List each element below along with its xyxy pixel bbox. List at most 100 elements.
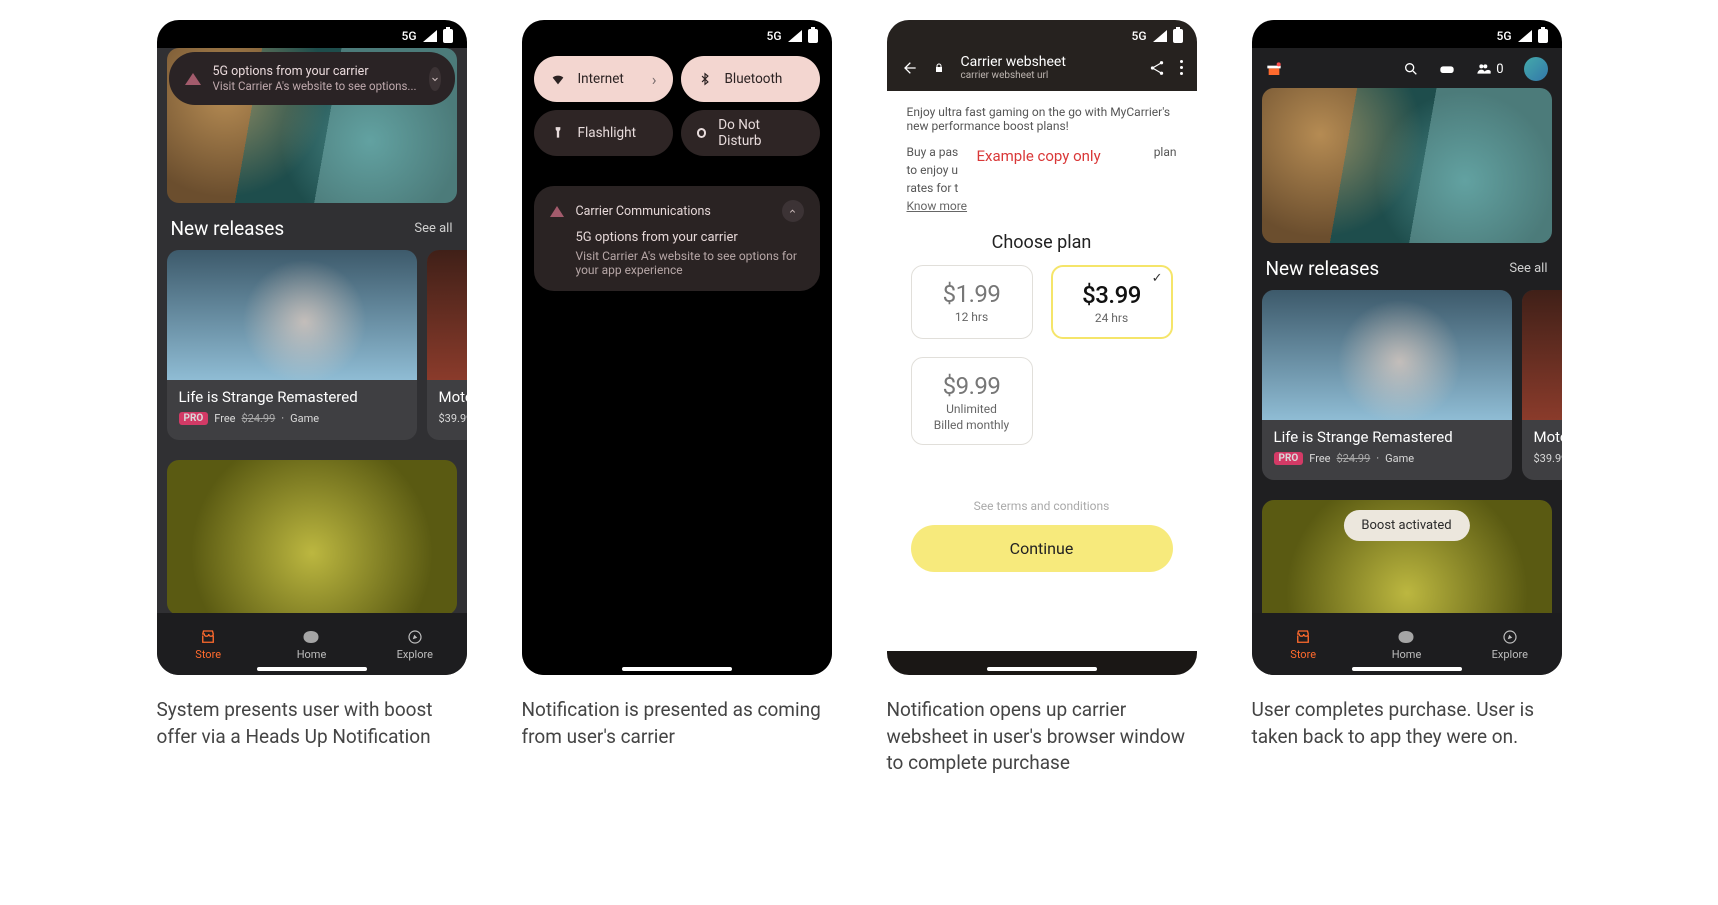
compass-icon [405, 628, 425, 646]
game-card[interactable]: Moto $39.99 [427, 250, 467, 440]
know-more-link[interactable]: Know more [907, 199, 968, 213]
battery-icon [443, 29, 453, 43]
game-art [1522, 290, 1562, 420]
gesture-bar[interactable] [1352, 667, 1462, 671]
game-title: Moto [1534, 428, 1562, 446]
game-tag: Game [290, 412, 319, 425]
signal-icon [423, 30, 437, 42]
game-title: Life is Strange Remastered [1274, 428, 1500, 446]
step-caption: User completes purchase. User is taken b… [1252, 697, 1562, 750]
signal-icon [788, 30, 802, 42]
gesture-bar[interactable] [987, 667, 1097, 671]
nav-home[interactable]: Home [260, 613, 363, 675]
game-card[interactable]: Moto $39.99 [1522, 290, 1562, 480]
continue-button[interactable]: Continue [911, 525, 1173, 572]
status-bar: 5G [887, 20, 1197, 48]
bottom-nav: Store Home Explore [1252, 613, 1562, 675]
overflow-menu-icon[interactable] [1180, 60, 1183, 75]
expand-chevron-icon[interactable] [429, 67, 441, 91]
pro-badge: PRO [1274, 452, 1304, 465]
qs-tile-flashlight[interactable]: Flashlight [534, 110, 673, 156]
phone-screen-4: 5G 0 [1252, 20, 1562, 675]
phone-screen-3: 5G Carrier websheet carrier websheet url… [887, 20, 1197, 675]
notification-title: 5G options from your carrier [213, 64, 417, 79]
network-label: 5G [1497, 29, 1512, 43]
bottom-nav: Store Home Explore [157, 613, 467, 675]
plan-option[interactable]: $1.99 12 hrs [911, 265, 1033, 339]
share-icon[interactable] [1148, 59, 1166, 77]
store-icon [198, 628, 218, 646]
status-bar: 5G [157, 20, 467, 48]
pro-badge: PRO [179, 412, 209, 425]
signal-icon [1153, 30, 1167, 42]
status-bar: 5G [522, 20, 832, 48]
step-caption: System presents user with boost offer vi… [157, 697, 467, 750]
step-caption: Notification is presented as coming from… [522, 697, 832, 750]
controller-icon[interactable] [1439, 61, 1455, 77]
websheet-intro: Enjoy ultra fast gaming on the go with M… [907, 105, 1177, 133]
phone-screen-2: 5G Internet › Bluetooth [522, 20, 832, 675]
websheet-header: Carrier websheet carrier websheet url [887, 48, 1197, 91]
game-price-strike: $24.99 [1336, 452, 1370, 465]
section-title: New releases [1266, 257, 1380, 280]
compass-icon [1500, 628, 1520, 646]
nav-strip [887, 651, 1197, 675]
section-title: New releases [171, 217, 285, 240]
game-art [427, 250, 467, 380]
friends-count[interactable]: 0 [1475, 61, 1503, 77]
game-price: Free [214, 412, 235, 425]
notification-body: Visit Carrier A's website to see options… [213, 79, 417, 93]
promo-banner[interactable] [167, 460, 457, 613]
search-icon[interactable] [1403, 61, 1419, 77]
game-art [167, 250, 417, 380]
nav-store[interactable]: Store [157, 613, 260, 675]
plan-option-selected[interactable]: $3.99 24 hrs [1051, 265, 1173, 339]
home-icon [1396, 628, 1416, 646]
avatar[interactable] [1524, 57, 1548, 81]
choose-plan-heading: Choose plan [907, 232, 1177, 253]
game-price-strike: $24.99 [241, 412, 275, 425]
battery-icon [1173, 29, 1183, 43]
back-icon[interactable] [901, 60, 917, 76]
battery-icon [808, 29, 818, 43]
game-card[interactable]: Life is Strange Remastered PRO Free $24.… [167, 250, 417, 440]
hero-banner[interactable] [1262, 88, 1552, 243]
see-all-link[interactable]: See all [1509, 261, 1547, 276]
qs-tile-internet[interactable]: Internet › [534, 56, 673, 102]
collapse-chevron-icon[interactable] [782, 200, 804, 222]
nav-store[interactable]: Store [1252, 613, 1355, 675]
game-title: Moto [439, 388, 467, 406]
terms-link[interactable]: See terms and conditions [907, 499, 1177, 513]
nav-explore[interactable]: Explore [363, 613, 466, 675]
store-icon [1293, 628, 1313, 646]
network-label: 5G [402, 29, 417, 43]
wifi-icon [550, 71, 566, 87]
status-bar: 5G [1252, 20, 1562, 48]
carrier-triangle-icon [185, 73, 201, 85]
notification-app-name: Carrier Communications [576, 204, 711, 219]
notification-body: Visit Carrier A's website to see options… [576, 249, 804, 277]
step-caption: Notification opens up carrier websheet i… [887, 697, 1197, 777]
notification-title: 5G options from your carrier [576, 230, 804, 245]
lock-icon [931, 60, 947, 76]
signal-icon [1518, 30, 1532, 42]
chevron-right-icon: › [652, 70, 657, 89]
notification-card[interactable]: Carrier Communications 5G options from y… [534, 186, 820, 291]
gesture-bar[interactable] [257, 667, 367, 671]
nav-explore[interactable]: Explore [1458, 613, 1561, 675]
websheet-url: carrier websheet url [961, 70, 1066, 81]
qs-tile-bluetooth[interactable]: Bluetooth [681, 56, 820, 102]
see-all-link[interactable]: See all [414, 221, 452, 236]
toast-message: Boost activated [1343, 510, 1469, 541]
qs-tile-dnd[interactable]: Do Not Disturb [681, 110, 820, 156]
game-card[interactable]: Life is Strange Remastered PRO Free $24.… [1262, 290, 1512, 480]
gift-icon[interactable] [1266, 61, 1282, 77]
nav-home[interactable]: Home [1355, 613, 1458, 675]
gesture-bar[interactable] [622, 667, 732, 671]
flashlight-icon [550, 125, 566, 141]
heads-up-notification[interactable]: 5G options from your carrier Visit Carri… [169, 52, 455, 105]
dnd-icon [697, 128, 707, 138]
store-topbar: 0 [1262, 48, 1552, 88]
network-label: 5G [767, 29, 782, 43]
plan-option[interactable]: $9.99 Unlimited Billed monthly [911, 357, 1033, 445]
